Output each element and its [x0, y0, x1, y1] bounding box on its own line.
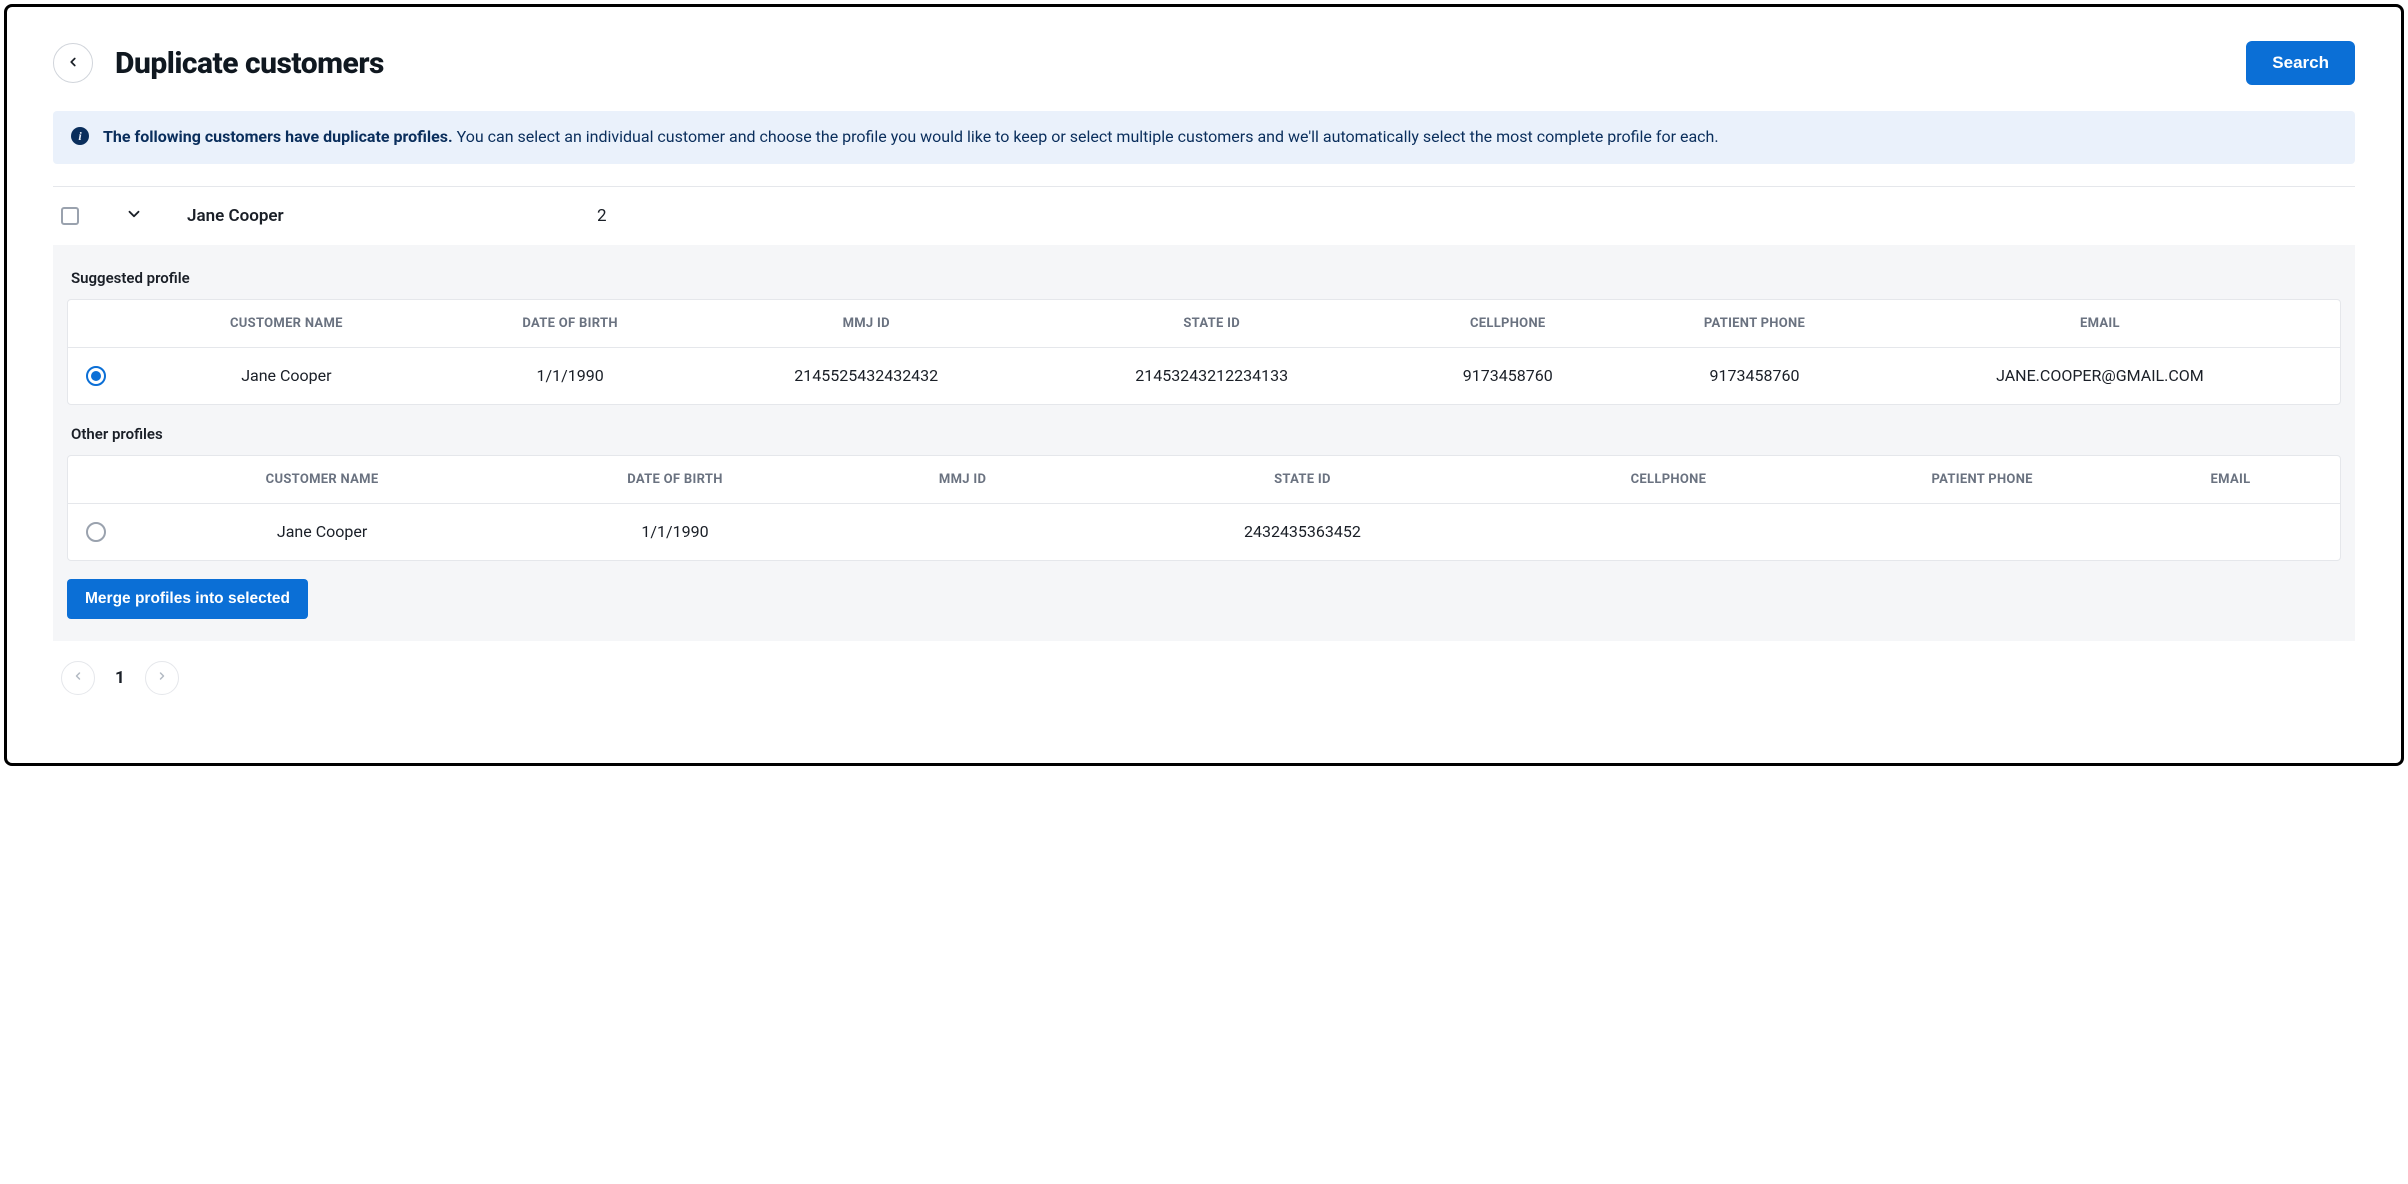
- cell-state-id: 21453243212234133: [1039, 366, 1384, 385]
- col-email: EMAIL: [1878, 316, 2322, 331]
- info-bold: The following customers have duplicate p…: [103, 127, 453, 146]
- col-state-id: STATE ID: [1093, 472, 1511, 487]
- chevron-right-icon: [156, 670, 168, 685]
- col-cellphone: CELLPHONE: [1512, 472, 1826, 487]
- group-select-checkbox[interactable]: [61, 207, 79, 225]
- back-button[interactable]: [53, 43, 93, 83]
- pagination-next-button[interactable]: [145, 661, 179, 695]
- page-title: Duplicate customers: [115, 46, 384, 81]
- chevron-left-icon: [66, 55, 80, 72]
- info-icon: i: [71, 127, 89, 145]
- suggested-profile-label: Suggested profile: [71, 269, 2337, 287]
- cell-state-id: 2432435363452: [1093, 522, 1511, 541]
- pagination-current-page: 1: [115, 668, 125, 688]
- expand-toggle[interactable]: [125, 205, 143, 227]
- other-profiles-table: CUSTOMER NAME DATE OF BIRTH MMJ ID STATE…: [67, 455, 2341, 561]
- group-customer-name: Jane Cooper: [187, 206, 537, 226]
- cell-email: JANE.COOPER@GMAIL.COM: [1878, 366, 2322, 385]
- cell-mmj-id: 2145525432432432: [694, 366, 1039, 385]
- cell-dob: 1/1/1990: [518, 522, 832, 541]
- merge-profiles-button[interactable]: Merge profiles into selected: [67, 579, 308, 619]
- col-email: EMAIL: [2139, 472, 2322, 487]
- cell-patient-phone: 9173458760: [1631, 366, 1878, 385]
- col-dob: DATE OF BIRTH: [447, 316, 694, 331]
- group-duplicate-count: 2: [597, 206, 607, 226]
- col-cellphone: CELLPHONE: [1384, 316, 1631, 331]
- col-mmj-id: MMJ ID: [694, 316, 1039, 331]
- cell-name: Jane Cooper: [126, 366, 447, 385]
- chevron-down-icon: [125, 208, 143, 227]
- suggested-profile-row: Jane Cooper 1/1/1990 2145525432432432 21…: [68, 348, 2340, 404]
- pagination-prev-button[interactable]: [61, 661, 95, 695]
- chevron-left-icon: [72, 670, 84, 685]
- other-profile-row: Jane Cooper 1/1/1990 2432435363452: [68, 504, 2340, 560]
- page-header: Duplicate customers Search: [53, 41, 2355, 85]
- col-patient-phone: PATIENT PHONE: [1631, 316, 1878, 331]
- col-mmj-id: MMJ ID: [832, 472, 1093, 487]
- pagination: 1: [53, 641, 2355, 699]
- col-state-id: STATE ID: [1039, 316, 1384, 331]
- duplicate-group-row: Jane Cooper 2: [53, 187, 2355, 245]
- col-dob: DATE OF BIRTH: [518, 472, 832, 487]
- info-banner: i The following customers have duplicate…: [53, 111, 2355, 164]
- group-details-panel: Suggested profile CUSTOMER NAME DATE OF …: [53, 245, 2355, 641]
- cell-name: Jane Cooper: [126, 522, 518, 541]
- profile-radio-suggested[interactable]: [86, 366, 106, 386]
- other-profiles-label: Other profiles: [71, 425, 2337, 443]
- profile-radio-other[interactable]: [86, 522, 106, 542]
- cell-cellphone: 9173458760: [1384, 366, 1631, 385]
- col-customer-name: CUSTOMER NAME: [126, 472, 518, 487]
- search-button[interactable]: Search: [2246, 41, 2355, 85]
- info-rest: You can select an individual customer an…: [453, 127, 1719, 146]
- col-patient-phone: PATIENT PHONE: [1825, 472, 2139, 487]
- cell-dob: 1/1/1990: [447, 366, 694, 385]
- suggested-profile-table: CUSTOMER NAME DATE OF BIRTH MMJ ID STATE…: [67, 299, 2341, 405]
- col-customer-name: CUSTOMER NAME: [126, 316, 447, 331]
- info-text: The following customers have duplicate p…: [103, 125, 1719, 150]
